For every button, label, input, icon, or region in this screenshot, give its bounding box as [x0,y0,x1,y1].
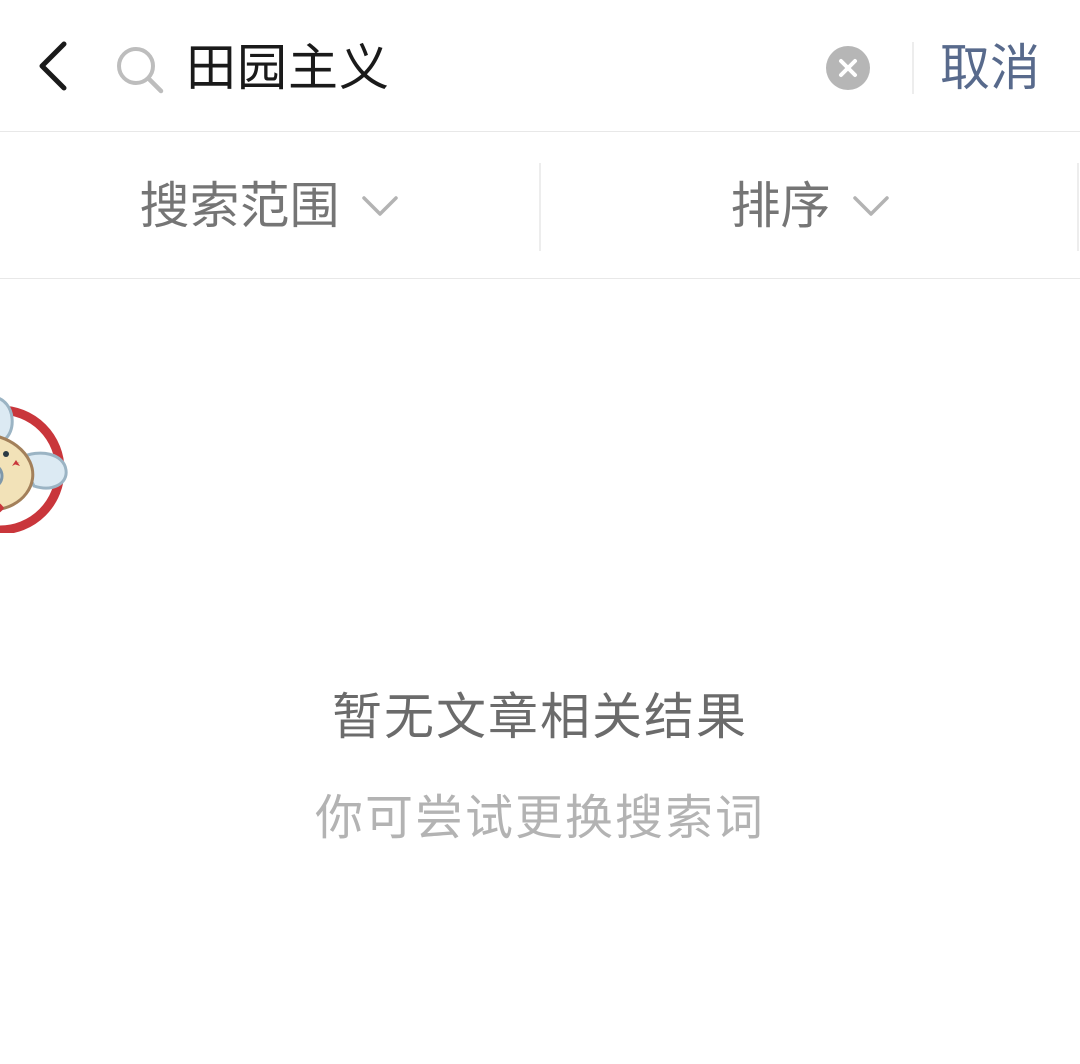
filter-bar: 搜索范围 排序 [0,133,1080,279]
cancel-button[interactable]: 取消 [940,32,1060,104]
filter-divider-right [1077,163,1079,251]
chevron-down-icon [361,196,398,216]
sort-dropdown[interactable]: 排序 [541,133,1080,279]
empty-state-title: 暂无文章相关结果 [332,688,748,746]
mascot-icon [0,397,68,533]
clear-icon [839,59,857,77]
search-icon [117,47,164,94]
empty-state-subtitle: 你可尝试更换搜索词 [314,790,765,846]
search-scope-label: 搜索范围 [139,177,340,235]
chevron-left-icon [39,41,67,91]
search-input[interactable] [186,30,806,106]
chevron-down-icon [852,196,889,216]
clear-search-button[interactable] [826,46,870,90]
header-divider [912,42,914,94]
sort-label: 排序 [730,177,831,235]
back-button[interactable] [22,30,86,102]
search-header: 取消 [0,0,1080,132]
search-results-page: 取消 搜索范围 排序 暂无文章相关结果 你可尝试更换搜索词 [0,0,1080,1064]
search-scope-dropdown[interactable]: 搜索范围 [0,133,539,279]
